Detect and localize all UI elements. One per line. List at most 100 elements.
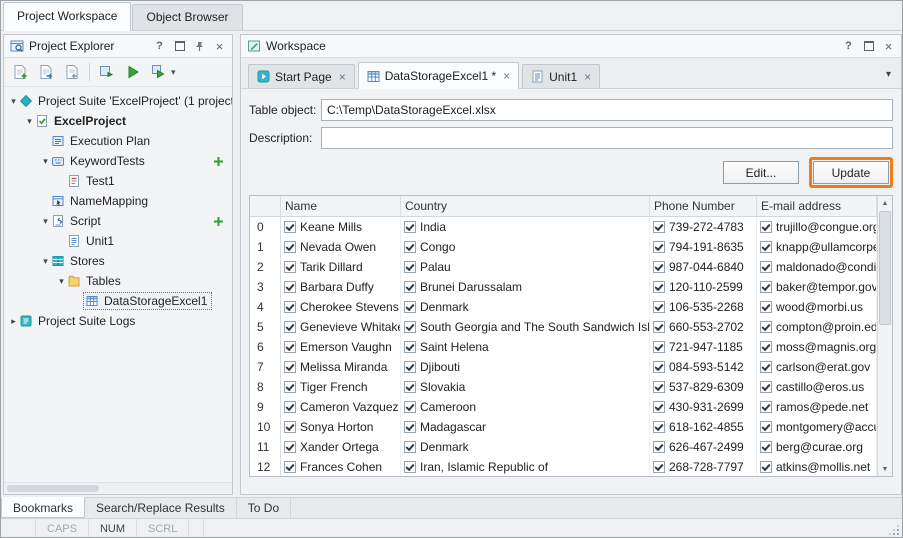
checkbox-checked-icon[interactable] — [653, 241, 665, 253]
cell-country[interactable]: India — [401, 217, 650, 237]
checkbox-checked-icon[interactable] — [653, 401, 665, 413]
cell-country[interactable]: Slovakia — [401, 377, 650, 397]
float-window-icon[interactable] — [172, 39, 187, 54]
cell-email[interactable]: berg@curae.org — [757, 437, 877, 457]
edit-button[interactable]: Edit... — [723, 161, 799, 184]
checkbox-checked-icon[interactable] — [404, 241, 416, 253]
cell-email[interactable]: moss@magnis.org — [757, 337, 877, 357]
tree-item-script[interactable]: Script — [4, 211, 232, 231]
expander-icon[interactable] — [40, 217, 51, 226]
checkbox-checked-icon[interactable] — [284, 301, 296, 313]
grid-header-country[interactable]: Country — [401, 196, 650, 216]
checkbox-checked-icon[interactable] — [284, 221, 296, 233]
checkbox-checked-icon[interactable] — [653, 341, 665, 353]
tree-item-execution-plan[interactable]: Execution Plan — [4, 131, 232, 151]
row-index[interactable]: 3 — [250, 277, 281, 297]
cell-name[interactable]: Tarik Dillard — [281, 257, 401, 277]
table-row[interactable]: 5 Genevieve Whitaker South Georgia and T… — [250, 317, 877, 337]
scrollbar-thumb[interactable] — [7, 485, 99, 492]
cell-name[interactable]: Emerson Vaughn — [281, 337, 401, 357]
cell-email[interactable]: baker@tempor.gov — [757, 277, 877, 297]
cell-country[interactable]: South Georgia and The South Sandwich Isl… — [401, 317, 650, 337]
checkbox-checked-icon[interactable] — [284, 421, 296, 433]
cell-name[interactable]: Nevada Owen — [281, 237, 401, 257]
cell-phone[interactable]: 660-553-2702 — [650, 317, 757, 337]
cell-email[interactable]: atkins@mollis.net — [757, 457, 877, 476]
table-row[interactable]: 11 Xander Ortega Denmark 626-467-2499 be… — [250, 437, 877, 457]
tree-item-project-suite-logs[interactable]: Project Suite Logs — [4, 311, 232, 331]
cell-name[interactable]: Barbara Duffy — [281, 277, 401, 297]
tab-project-workspace[interactable]: Project Workspace — [3, 2, 131, 31]
checkbox-checked-icon[interactable] — [653, 461, 665, 473]
cell-phone[interactable]: 120-110-2599 — [650, 277, 757, 297]
help-icon[interactable] — [841, 39, 856, 54]
checkbox-checked-icon[interactable] — [404, 321, 416, 333]
table-row[interactable]: 8 Tiger French Slovakia 537-829-6309 cas… — [250, 377, 877, 397]
export-item-icon[interactable] — [60, 61, 84, 83]
checkbox-checked-icon[interactable] — [653, 421, 665, 433]
help-icon[interactable] — [152, 39, 167, 54]
row-index[interactable]: 10 — [250, 417, 281, 437]
add-new-item-icon[interactable] — [8, 61, 32, 83]
cell-email[interactable]: compton@proin.edu — [757, 317, 877, 337]
tab-list-dropdown-icon[interactable] — [886, 69, 891, 80]
add-script-unit-icon[interactable] — [211, 214, 225, 228]
run-project-icon[interactable] — [147, 61, 171, 83]
table-row[interactable]: 3 Barbara Duffy Brunei Darussalam 120-11… — [250, 277, 877, 297]
row-index[interactable]: 6 — [250, 337, 281, 357]
checkbox-checked-icon[interactable] — [284, 361, 296, 373]
checkbox-checked-icon[interactable] — [653, 261, 665, 273]
close-panel-icon[interactable] — [881, 39, 896, 54]
cell-name[interactable]: Xander Ortega — [281, 437, 401, 457]
cell-phone[interactable]: 106-535-2268 — [650, 297, 757, 317]
run-dropdown-icon[interactable]: ▾ — [171, 67, 176, 78]
table-row[interactable]: 12 Frances Cohen Iran, Islamic Republic … — [250, 457, 877, 476]
tree-item-stores[interactable]: Stores — [4, 251, 232, 271]
checkbox-checked-icon[interactable] — [760, 461, 772, 473]
checkbox-checked-icon[interactable] — [760, 241, 772, 253]
checkbox-checked-icon[interactable] — [404, 381, 416, 393]
table-object-input[interactable] — [321, 99, 893, 121]
expander-icon[interactable] — [8, 317, 19, 326]
expander-icon[interactable] — [40, 157, 51, 166]
tree-item-project-suite[interactable]: Project Suite 'ExcelProject' (1 project) — [4, 91, 232, 111]
cell-country[interactable]: Madagascar — [401, 417, 650, 437]
table-row[interactable]: 10 Sonya Horton Madagascar 618-162-4855 … — [250, 417, 877, 437]
cell-country[interactable]: Iran, Islamic Republic of — [401, 457, 650, 476]
checkbox-checked-icon[interactable] — [284, 261, 296, 273]
checkbox-checked-icon[interactable] — [284, 341, 296, 353]
cell-email[interactable]: ramos@pede.net — [757, 397, 877, 417]
update-button[interactable]: Update — [813, 161, 889, 184]
cell-name[interactable]: Cameron Vazquez — [281, 397, 401, 417]
tree-item-excelproject[interactable]: ExcelProject — [4, 111, 232, 131]
checkbox-checked-icon[interactable] — [653, 221, 665, 233]
checkbox-checked-icon[interactable] — [760, 381, 772, 393]
description-input[interactable] — [321, 127, 893, 149]
tab-to-do[interactable]: To Do — [237, 498, 291, 518]
checkbox-checked-icon[interactable] — [760, 301, 772, 313]
checkbox-checked-icon[interactable] — [760, 401, 772, 413]
tab-search-replace-results[interactable]: Search/Replace Results — [85, 498, 237, 518]
checkbox-checked-icon[interactable] — [404, 461, 416, 473]
cell-phone[interactable]: 084-593-5142 — [650, 357, 757, 377]
row-index[interactable]: 9 — [250, 397, 281, 417]
checkbox-checked-icon[interactable] — [404, 221, 416, 233]
expander-icon[interactable] — [56, 277, 67, 286]
checkbox-checked-icon[interactable] — [404, 341, 416, 353]
cell-email[interactable]: montgomery@accumsa — [757, 417, 877, 437]
tree-item-datastorageexcel1[interactable]: DataStorageExcel1 — [4, 291, 232, 311]
doc-tab-unit1[interactable]: Unit1 — [522, 64, 600, 88]
checkbox-checked-icon[interactable] — [284, 241, 296, 253]
checkbox-checked-icon[interactable] — [404, 441, 416, 453]
make-current-project-icon[interactable] — [95, 61, 119, 83]
grid-header-index[interactable] — [250, 196, 281, 216]
expander-icon[interactable] — [40, 257, 51, 266]
tree-item-test1[interactable]: Test1 — [4, 171, 232, 191]
cell-email[interactable]: maldonado@condiment — [757, 257, 877, 277]
cell-country[interactable]: Cameroon — [401, 397, 650, 417]
row-index[interactable]: 4 — [250, 297, 281, 317]
checkbox-checked-icon[interactable] — [284, 381, 296, 393]
table-row[interactable]: 0 Keane Mills India 739-272-4783 trujill… — [250, 217, 877, 237]
grid-header-name[interactable]: Name — [281, 196, 401, 216]
cell-phone[interactable]: 794-191-8635 — [650, 237, 757, 257]
